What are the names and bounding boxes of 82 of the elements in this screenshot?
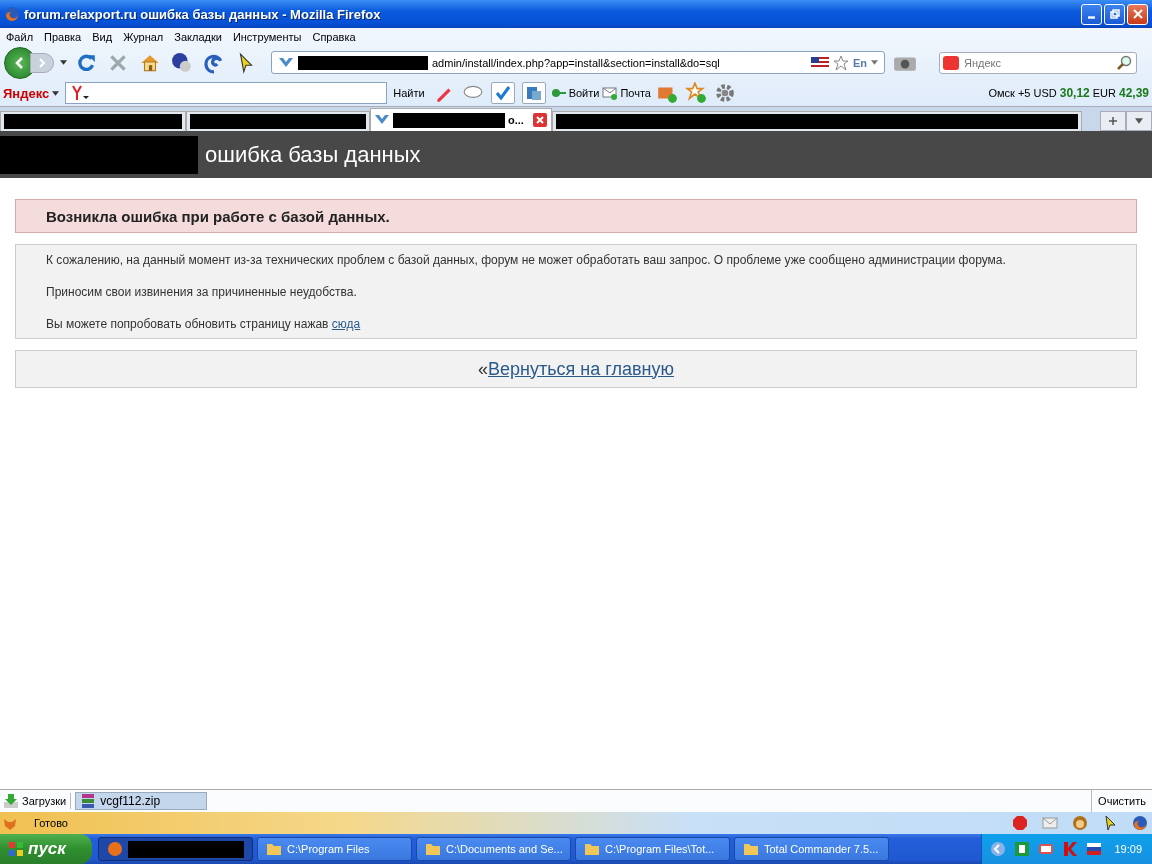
info-text: Вы можете попробовать обновить страницу нажав сюда (46, 317, 362, 332)
error-message: Возникла ошибка при работе с базой данных. (15, 199, 1137, 233)
download-item[interactable]: vcgf112.zip (75, 792, 208, 810)
chevron-icon[interactable] (990, 841, 1007, 857)
spellcheck-icon[interactable] (490, 82, 515, 104)
taskbar-button[interactable]: C:\Program Files (257, 837, 412, 861)
firefox-icon[interactable] (1132, 815, 1148, 831)
translate-icon[interactable] (521, 82, 546, 104)
menu-item[interactable]: Инструменты (232, 30, 302, 43)
currency-rate[interactable]: 42,39 (1118, 86, 1149, 100)
taskbar-button[interactable]: C:\Documents and Se... (416, 837, 571, 861)
folder-icon (584, 841, 600, 857)
taskbar-button[interactable]: C:\Program Files\Tot... (575, 837, 730, 861)
menu-item[interactable]: Файл (6, 30, 34, 43)
caret-icon[interactable] (60, 60, 67, 65)
flag-icon[interactable] (1086, 841, 1103, 857)
window-title: forum.relaxport.ru ошибка базы данных - Mozilla Firefox (24, 6, 382, 22)
menu-item[interactable]: Вид (92, 30, 113, 43)
download-icon (3, 793, 19, 809)
menu-item[interactable]: Журнал (123, 30, 164, 43)
login-link[interactable]: Войти (550, 85, 600, 101)
antivirus-icon[interactable] (1062, 841, 1079, 857)
minimize-button[interactable] (1081, 3, 1102, 25)
restore-icon (1109, 9, 1120, 19)
new-tab-button[interactable] (1100, 111, 1126, 131)
currency-rate[interactable]: 30,12 (1059, 86, 1090, 100)
caret-icon (1135, 118, 1143, 124)
status-text: Готово (34, 817, 68, 829)
archive-icon (80, 793, 97, 809)
find-button[interactable]: Найти (390, 85, 428, 101)
home-link[interactable]: Вернуться на главную (488, 358, 674, 380)
tray-app-icon[interactable] (1038, 841, 1055, 857)
page-title: ошибка базы данных (205, 141, 421, 168)
menu-item[interactable]: Закладки (174, 30, 222, 43)
browser-tab[interactable]: о... (370, 108, 552, 131)
tray-app-icon[interactable] (1014, 841, 1031, 857)
folder-icon (425, 841, 441, 857)
windows-logo-icon (8, 841, 24, 857)
tab-list-button[interactable] (1126, 111, 1152, 131)
star-icon[interactable] (685, 82, 707, 104)
search-field[interactable]: Яндекс (939, 51, 1137, 74)
close-button[interactable] (1127, 3, 1148, 25)
firefox-icon (4, 6, 20, 22)
folder-icon (743, 841, 759, 857)
yandex-logo[interactable]: Яндекс (3, 85, 50, 101)
yandex-search-field[interactable] (65, 82, 388, 104)
taskbar-button[interactable] (98, 837, 253, 861)
plus-icon (1108, 116, 1118, 126)
currency-label: USD (1033, 87, 1057, 99)
taskbar-button[interactable]: Total Commander 7.5... (734, 837, 889, 861)
language-indicator: En (852, 56, 867, 69)
start-button[interactable]: пуск (0, 834, 92, 864)
cursor-icon[interactable] (1102, 815, 1118, 831)
folder-icon (266, 841, 282, 857)
city-label[interactable]: Омск (988, 87, 1015, 99)
menu-item[interactable]: Правка (44, 30, 82, 43)
weather-reading[interactable]: +5 (1017, 87, 1031, 99)
currency-label: EUR (1092, 87, 1116, 99)
yandex-letter-icon (70, 84, 91, 102)
restore-button[interactable] (1104, 3, 1125, 25)
minimize-icon (1088, 15, 1095, 19)
close-icon (1132, 9, 1143, 19)
address-bar[interactable]: admin/install/index.php?app=install&section=install&do=sql En (271, 51, 885, 74)
clock: 19:09 (1114, 843, 1142, 855)
app-icon (107, 841, 123, 857)
back-mark: « (478, 358, 488, 380)
info-text: Приносим свои извинения за причиненные неудобства. (46, 285, 358, 300)
mail-link[interactable]: Почта (602, 85, 651, 101)
close-tab-icon[interactable] (532, 112, 548, 128)
menu-item[interactable]: Справка (312, 30, 356, 43)
refresh-link[interactable]: сюда (331, 317, 361, 331)
settings-icon[interactable] (714, 82, 736, 104)
flag-icon (810, 56, 829, 69)
url-text: admin/install/index.php?app=install&section=install&do=sql (432, 56, 721, 69)
caret-icon[interactable] (52, 90, 60, 96)
envelope-icon (602, 85, 619, 101)
downloads-button[interactable]: Загрузки (3, 793, 72, 809)
star-icon[interactable] (832, 54, 849, 71)
adblock-icon[interactable] (1012, 815, 1028, 831)
search-input[interactable]: Яндекс (962, 55, 1114, 70)
search-icon[interactable] (1117, 54, 1133, 71)
info-text: К сожалению, на данный момент из-за технических проблем с базой данных, форум не может обработать ваш запрос. О проблеме уже сообщено администрации форума. (46, 253, 1007, 268)
